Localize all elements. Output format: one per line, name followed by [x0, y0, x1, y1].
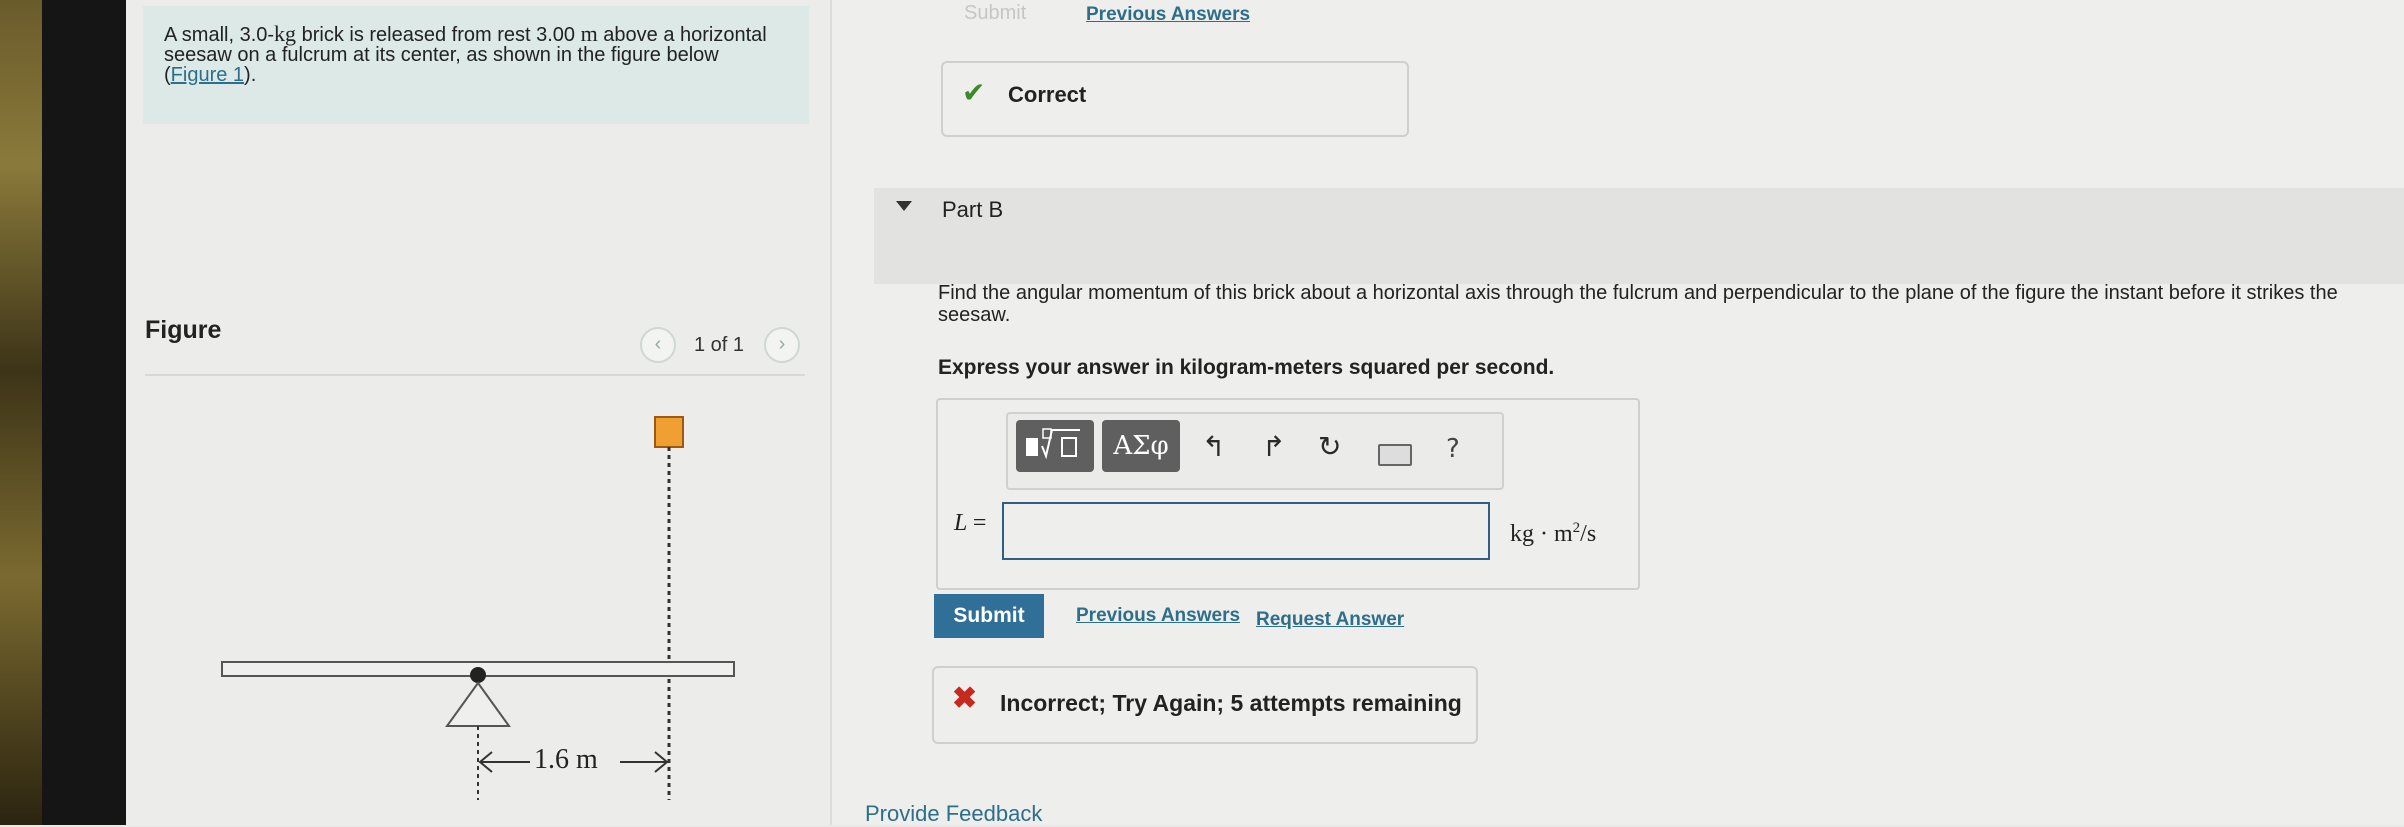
- screen-bezel: [42, 0, 126, 825]
- next-figure-button[interactable]: ›: [764, 327, 800, 363]
- variable-name: L: [954, 510, 967, 536]
- request-answer-link[interactable]: Request Answer: [1256, 609, 1404, 631]
- part-b-instruction: Express your answer in kilogram-meters s…: [938, 356, 1555, 379]
- part-a-previous-answers-link[interactable]: Previous Answers: [1086, 4, 1250, 26]
- part-a-status: Correct: [1008, 82, 1087, 107]
- templates-icon: [1026, 428, 1080, 460]
- answer-units: kg · m2/s: [1510, 520, 1596, 548]
- templates-button[interactable]: [1016, 420, 1094, 472]
- height-unit: m: [580, 21, 598, 46]
- part-a-submit-button[interactable]: Submit: [964, 2, 1026, 25]
- fulcrum: [445, 681, 511, 727]
- redo-icon[interactable]: ↱: [1262, 430, 1285, 463]
- brick: [654, 416, 684, 448]
- chevron-left-icon: ‹: [654, 333, 662, 355]
- chevron-right-icon: ›: [778, 333, 786, 355]
- distance-label: 1.6 m: [534, 744, 598, 775]
- mass-unit: kg: [274, 21, 297, 46]
- problem-text-4: ).: [244, 64, 257, 86]
- pivot-point: [470, 667, 486, 683]
- symbols-button[interactable]: ΑΣφ: [1102, 420, 1180, 472]
- problem-statement: A small, 3.0-kg brick is released from r…: [164, 21, 774, 86]
- answer-input[interactable]: [1002, 502, 1490, 560]
- part-b-question: Find the angular momentum of this brick …: [938, 282, 2338, 326]
- equals-sign: =: [972, 510, 987, 536]
- units-tail: /s: [1580, 521, 1597, 547]
- checkmark-icon: ✔: [962, 77, 986, 108]
- answer-variable: L =: [954, 510, 986, 537]
- part-b-title: Part B: [942, 197, 1004, 222]
- collapse-arrow-icon[interactable]: [896, 201, 912, 211]
- cross-icon: ✖: [952, 682, 978, 715]
- part-b-header[interactable]: [874, 188, 2404, 284]
- figure-divider: [145, 374, 805, 376]
- keyboard-icon[interactable]: [1378, 444, 1412, 466]
- provide-feedback-link[interactable]: Provide Feedback: [865, 801, 1042, 827]
- reset-icon[interactable]: ↻: [1318, 430, 1341, 463]
- problem-text-1: A small, 3.0-: [164, 24, 275, 46]
- previous-figure-button[interactable]: ‹: [640, 327, 676, 363]
- units-base: kg · m: [1510, 521, 1573, 547]
- problem-text-2: brick is released from rest 3.00: [296, 24, 581, 46]
- figure-pager: 1 of 1: [694, 334, 745, 356]
- previous-answers-link[interactable]: Previous Answers: [1076, 605, 1240, 627]
- seesaw-figure: [221, 416, 735, 800]
- submit-button[interactable]: Submit: [934, 594, 1044, 638]
- help-button[interactable]: ?: [1446, 434, 1460, 464]
- undo-icon[interactable]: ↰: [1202, 430, 1225, 463]
- figure-link[interactable]: Figure 1: [171, 64, 244, 86]
- figure-title: Figure: [145, 316, 222, 344]
- part-b-feedback: Incorrect; Try Again; 5 attempts remaini…: [1000, 690, 1462, 716]
